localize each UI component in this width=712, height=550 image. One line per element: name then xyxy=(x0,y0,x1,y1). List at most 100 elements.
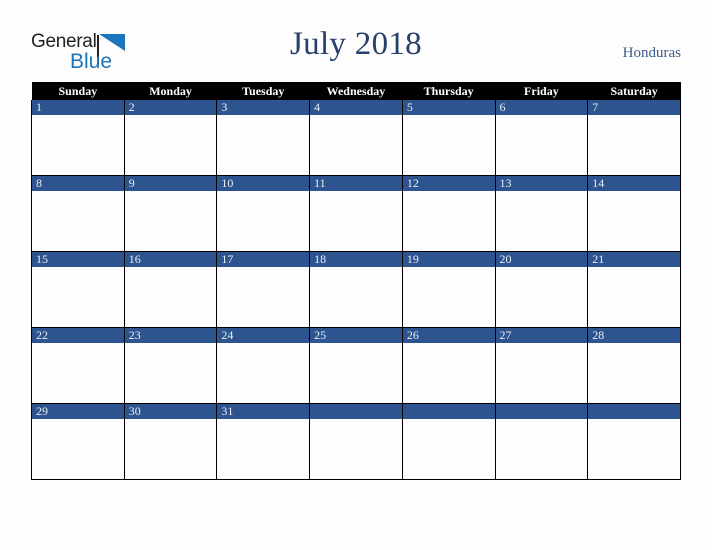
day-event-area[interactable] xyxy=(402,115,495,175)
calendar-table: Sunday Monday Tuesday Wednesday Thursday… xyxy=(31,82,681,480)
calendar-day-cell[interactable]: 25 xyxy=(309,327,403,404)
day-event-area[interactable] xyxy=(402,419,495,479)
day-number: 16 xyxy=(124,252,217,267)
day-event-area[interactable] xyxy=(310,115,402,175)
weekday-header-wednesday: Wednesday xyxy=(309,82,403,100)
calendar-day-cell[interactable]: 1 xyxy=(31,100,125,176)
day-number: 4 xyxy=(310,100,402,115)
day-event-area[interactable] xyxy=(588,343,680,403)
day-event-area[interactable] xyxy=(495,115,588,175)
day-event-area[interactable] xyxy=(124,115,217,175)
calendar-day-cell[interactable]: 20 xyxy=(494,251,589,328)
day-event-area[interactable] xyxy=(217,115,310,175)
calendar-day-cell[interactable]: 27 xyxy=(494,327,589,404)
day-number xyxy=(495,404,588,419)
day-event-area[interactable] xyxy=(124,343,217,403)
weekday-header-tuesday: Tuesday xyxy=(216,82,310,100)
calendar-day-cell[interactable]: 28 xyxy=(587,327,681,404)
day-event-area[interactable] xyxy=(32,343,124,403)
day-number: 8 xyxy=(32,176,124,191)
day-number: 5 xyxy=(402,100,495,115)
calendar-day-cell[interactable]: 3 xyxy=(216,100,311,176)
day-event-area[interactable] xyxy=(588,419,680,479)
calendar-day-cell[interactable]: 19 xyxy=(401,251,496,328)
calendar-day-cell[interactable]: 6 xyxy=(494,100,589,176)
calendar-week-row: 22 23 24 25 26 27 28 xyxy=(31,327,681,404)
day-event-area[interactable] xyxy=(310,191,402,251)
calendar-day-cell-empty[interactable] xyxy=(494,403,589,480)
day-number xyxy=(402,404,495,419)
day-number: 7 xyxy=(588,100,680,115)
calendar-day-cell[interactable]: 16 xyxy=(123,251,218,328)
day-event-area[interactable] xyxy=(588,191,680,251)
day-number: 10 xyxy=(217,176,310,191)
calendar-day-cell[interactable]: 11 xyxy=(309,175,403,252)
day-event-area[interactable] xyxy=(32,419,124,479)
weekday-header-saturday: Saturday xyxy=(587,82,681,100)
page-header: General Blue July 2018 Honduras xyxy=(0,0,712,82)
day-number: 23 xyxy=(124,328,217,343)
day-event-area[interactable] xyxy=(310,267,402,327)
day-number: 31 xyxy=(217,404,310,419)
day-event-area[interactable] xyxy=(32,267,124,327)
day-event-area[interactable] xyxy=(217,419,310,479)
weekday-header-thursday: Thursday xyxy=(402,82,496,100)
day-event-area[interactable] xyxy=(495,191,588,251)
day-event-area[interactable] xyxy=(402,191,495,251)
day-event-area[interactable] xyxy=(402,267,495,327)
day-event-area[interactable] xyxy=(495,267,588,327)
day-number: 29 xyxy=(32,404,124,419)
calendar-day-cell[interactable]: 17 xyxy=(216,251,311,328)
calendar-day-cell-empty[interactable] xyxy=(309,403,403,480)
calendar-day-cell[interactable]: 23 xyxy=(123,327,218,404)
calendar-day-cell[interactable]: 18 xyxy=(309,251,403,328)
day-event-area[interactable] xyxy=(124,419,217,479)
day-number: 12 xyxy=(402,176,495,191)
calendar-day-cell[interactable]: 22 xyxy=(31,327,125,404)
calendar-day-cell[interactable]: 10 xyxy=(216,175,311,252)
day-number xyxy=(588,404,680,419)
calendar-day-cell[interactable]: 4 xyxy=(309,100,403,176)
day-event-area[interactable] xyxy=(217,343,310,403)
calendar-day-cell[interactable]: 30 xyxy=(123,403,218,480)
calendar-day-cell[interactable]: 24 xyxy=(216,327,311,404)
day-number: 9 xyxy=(124,176,217,191)
day-event-area[interactable] xyxy=(124,191,217,251)
day-number: 1 xyxy=(32,100,124,115)
calendar-day-cell[interactable]: 21 xyxy=(587,251,681,328)
calendar-day-cell[interactable]: 31 xyxy=(216,403,311,480)
day-event-area[interactable] xyxy=(588,115,680,175)
day-event-area[interactable] xyxy=(217,191,310,251)
calendar-day-cell[interactable]: 13 xyxy=(494,175,589,252)
calendar-day-cell[interactable]: 7 xyxy=(587,100,681,176)
day-number: 17 xyxy=(217,252,310,267)
day-event-area[interactable] xyxy=(495,419,588,479)
calendar-day-cell[interactable]: 5 xyxy=(401,100,496,176)
weekday-header-friday: Friday xyxy=(495,82,588,100)
calendar-day-cell[interactable]: 15 xyxy=(31,251,125,328)
day-event-area[interactable] xyxy=(588,267,680,327)
day-event-area[interactable] xyxy=(217,267,310,327)
weekday-header-sunday: Sunday xyxy=(31,82,125,100)
calendar-day-cell-empty[interactable] xyxy=(587,403,681,480)
calendar-day-cell[interactable]: 14 xyxy=(587,175,681,252)
day-number: 3 xyxy=(217,100,310,115)
day-event-area[interactable] xyxy=(32,115,124,175)
day-number: 19 xyxy=(402,252,495,267)
page-title: July 2018 xyxy=(290,26,422,62)
calendar-day-cell[interactable]: 8 xyxy=(31,175,125,252)
day-number xyxy=(310,404,402,419)
day-event-area[interactable] xyxy=(124,267,217,327)
calendar-day-cell[interactable]: 26 xyxy=(401,327,496,404)
calendar-day-cell[interactable]: 9 xyxy=(123,175,218,252)
day-number: 18 xyxy=(310,252,402,267)
day-event-area[interactable] xyxy=(310,343,402,403)
calendar-day-cell-empty[interactable] xyxy=(401,403,496,480)
day-event-area[interactable] xyxy=(495,343,588,403)
calendar-day-cell[interactable]: 29 xyxy=(31,403,125,480)
calendar-day-cell[interactable]: 12 xyxy=(401,175,496,252)
day-event-area[interactable] xyxy=(402,343,495,403)
day-event-area[interactable] xyxy=(32,191,124,251)
calendar-day-cell[interactable]: 2 xyxy=(123,100,218,176)
day-event-area[interactable] xyxy=(310,419,402,479)
